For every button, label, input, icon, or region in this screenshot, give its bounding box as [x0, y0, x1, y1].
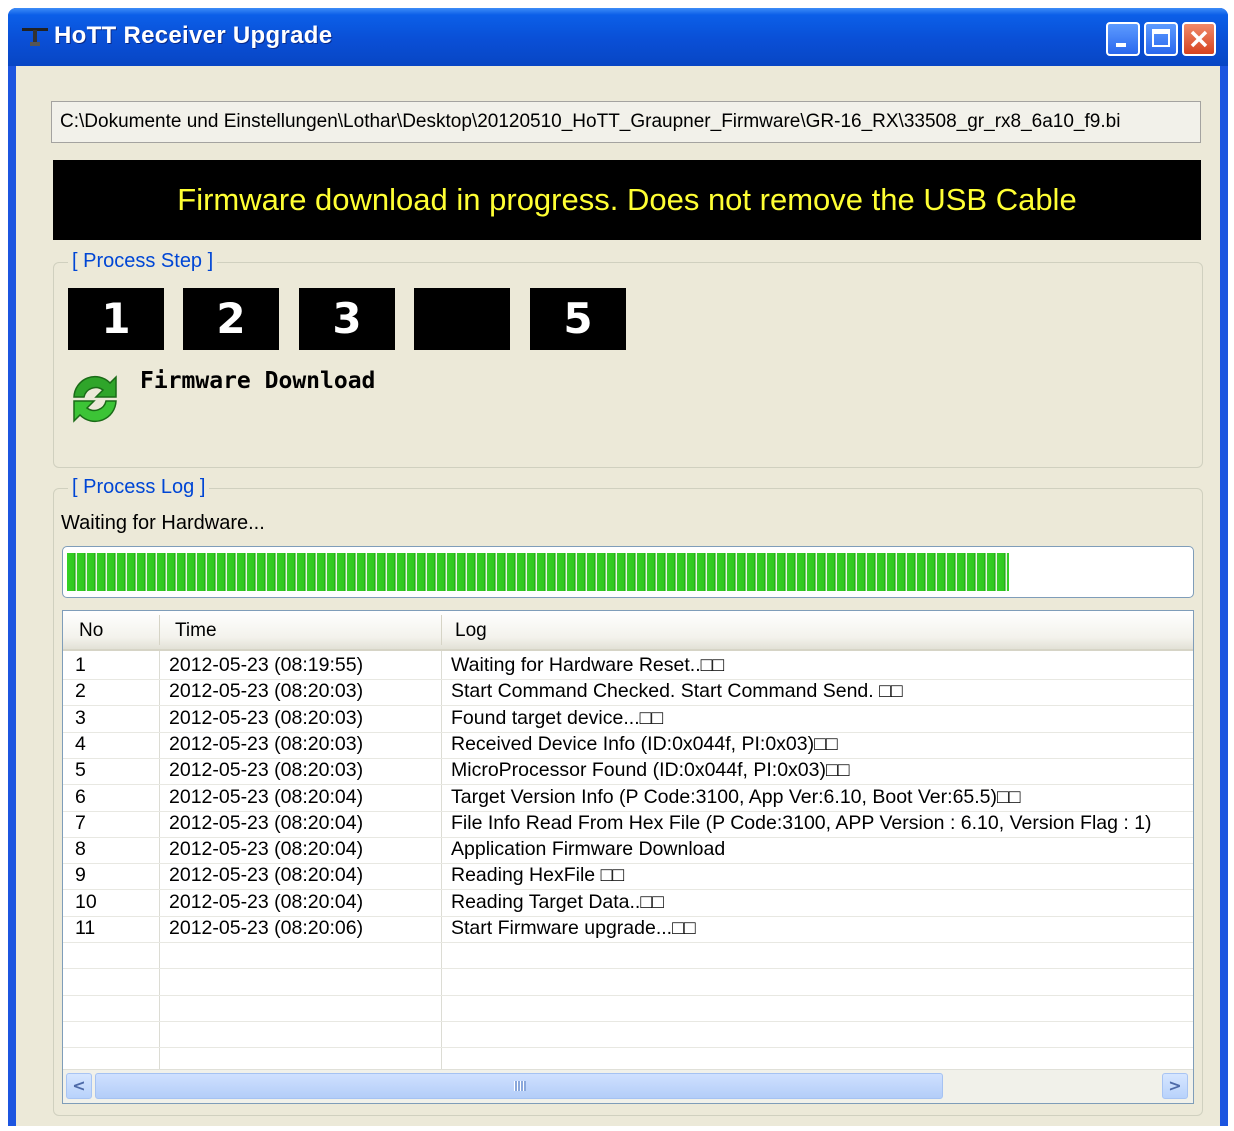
cell-time: 2012-05-23 (08:20:04)	[169, 890, 364, 913]
column-header-log[interactable]: Log	[455, 620, 487, 642]
step-4-box	[414, 288, 510, 350]
cell-no: 8	[75, 838, 86, 861]
column-header-time[interactable]: Time	[175, 620, 217, 642]
cell-time: 2012-05-23 (08:20:03)	[169, 706, 364, 729]
client-area: C:\Dokumente und Einstellungen\Lothar\De…	[16, 66, 1220, 1126]
table-row[interactable]: 11 2012-05-23 (08:20:06) Start Firmware up…	[63, 916, 1193, 943]
cell-log: MicroProcessor Found (ID:0x044f, PI:0x03…	[451, 759, 850, 782]
cell-no: 11	[75, 917, 96, 939]
chevron-right-icon: >	[1168, 1076, 1182, 1095]
cell-log: File Info Read From Hex File (P Code:310…	[451, 811, 1152, 834]
cell-time: 2012-05-23 (08:20:04)	[169, 811, 364, 834]
table-row[interactable]: 4 2012-05-23 (08:20:03) Received Device In…	[63, 732, 1193, 759]
title-bar[interactable]: HoTT Receiver Upgrade	[8, 8, 1228, 66]
table-row[interactable]: 7 2012-05-23 (08:20:04) File Info Read Fro…	[63, 811, 1193, 838]
cell-log: Application Firmware Download	[451, 838, 726, 861]
scroll-right-button[interactable]: >	[1162, 1073, 1188, 1099]
cell-time: 2012-05-23 (08:20:03)	[169, 732, 364, 755]
cell-time: 2012-05-23 (08:20:03)	[169, 680, 364, 703]
maximize-button[interactable]	[1144, 22, 1178, 56]
cell-log: Start Firmware upgrade...□□	[451, 917, 696, 939]
table-row[interactable]: 8 2012-05-23 (08:20:04) Application Firmwa…	[63, 837, 1193, 865]
helicopter-icon	[22, 28, 48, 46]
cell-no: 6	[75, 785, 86, 808]
progress-bar-fill	[67, 553, 1009, 591]
close-button[interactable]	[1182, 22, 1216, 56]
step-1-box: 1	[68, 288, 164, 350]
cell-time: 2012-05-23 (08:19:55)	[169, 654, 364, 676]
cell-no: 9	[75, 864, 86, 887]
cell-time: 2012-05-23 (08:20:03)	[169, 759, 364, 782]
cell-log: Reading Target Data..□□	[451, 890, 664, 913]
scrollbar-thumb[interactable]	[95, 1073, 943, 1099]
cell-log: Reading HexFile □□	[451, 864, 625, 887]
table-row[interactable]: 1 2012-05-23 (08:19:55) Waiting for Hardwa…	[63, 653, 1193, 680]
chevron-left-icon: <	[72, 1076, 86, 1095]
grip-icon	[514, 1081, 526, 1091]
cell-time: 2012-05-23 (08:20:04)	[169, 838, 364, 861]
cell-log: Found target device...□□	[451, 706, 664, 729]
cell-log: Waiting for Hardware Reset..□□	[451, 654, 725, 676]
column-divider[interactable]	[159, 615, 160, 645]
cell-log: Start Command Checked. Start Command Sen…	[451, 680, 903, 703]
status-banner: Firmware download in progress. Does not …	[53, 160, 1201, 240]
cell-time: 2012-05-23 (08:20:04)	[169, 785, 364, 808]
current-step-label: Firmware Download	[140, 368, 376, 394]
status-text: Waiting for Hardware...	[61, 512, 265, 534]
table-row[interactable]: 6 2012-05-23 (08:20:04) Target Version Inf…	[63, 785, 1193, 812]
cell-time: 2012-05-23 (08:20:04)	[169, 864, 364, 887]
column-header-no[interactable]: No	[79, 620, 103, 642]
log-table[interactable]: No Time Log 1 2012-05-23 (08:19:55) Waitin…	[62, 610, 1194, 1104]
cell-no: 5	[75, 759, 86, 782]
column-divider[interactable]	[441, 615, 442, 645]
main-window: HoTT Receiver Upgrade C:\Dokumente und E…	[8, 8, 1228, 1126]
cell-log: Received Device Info (ID:0x044f, PI:0x03…	[451, 732, 838, 755]
refresh-icon	[73, 375, 117, 423]
cell-no: 10	[75, 890, 97, 913]
empty-table-row	[63, 942, 1193, 970]
minimize-button[interactable]	[1106, 22, 1140, 56]
scroll-left-button[interactable]: <	[66, 1073, 92, 1099]
empty-table-row	[63, 1021, 1193, 1049]
cell-no: 3	[75, 706, 86, 729]
minimize-icon	[1116, 43, 1126, 47]
table-row[interactable]: 2 2012-05-23 (08:20:03) Start Command Chec…	[63, 679, 1193, 707]
cell-time: 2012-05-23 (08:20:06)	[169, 917, 364, 939]
cell-no: 2	[75, 680, 86, 703]
cell-no: 7	[75, 811, 86, 834]
cell-log: Target Version Info (P Code:3100, App Ve…	[451, 785, 1021, 808]
table-row[interactable]: 9 2012-05-23 (08:20:04) Reading HexFile □□	[63, 863, 1193, 891]
step-3-box: 3	[299, 288, 395, 350]
empty-table-row	[63, 969, 1193, 996]
close-icon	[1190, 30, 1208, 48]
process-log-legend: [ Process Log ]	[68, 476, 210, 499]
progress-bar	[62, 546, 1194, 598]
cell-no: 4	[75, 732, 86, 755]
cell-no: 1	[75, 654, 86, 676]
process-step-legend: [ Process Step ]	[68, 250, 218, 273]
maximize-icon	[1152, 29, 1170, 47]
window-title: HoTT Receiver Upgrade	[54, 22, 333, 49]
file-path-field[interactable]: C:\Dokumente und Einstellungen\Lothar\De…	[51, 101, 1201, 143]
log-table-header: No Time Log	[63, 611, 1193, 651]
step-2-box: 2	[183, 288, 279, 350]
step-5-box: 5	[530, 288, 626, 350]
table-row[interactable]: 3 2012-05-23 (08:20:03) Found target devic…	[63, 706, 1193, 733]
horizontal-scrollbar[interactable]: < >	[63, 1069, 1193, 1103]
empty-table-row	[63, 995, 1193, 1022]
table-row[interactable]: 5 2012-05-23 (08:20:03) MicroProcessor Fou…	[63, 758, 1193, 786]
table-row[interactable]: 10 2012-05-23 (08:20:04) Reading Target Da…	[63, 890, 1193, 917]
